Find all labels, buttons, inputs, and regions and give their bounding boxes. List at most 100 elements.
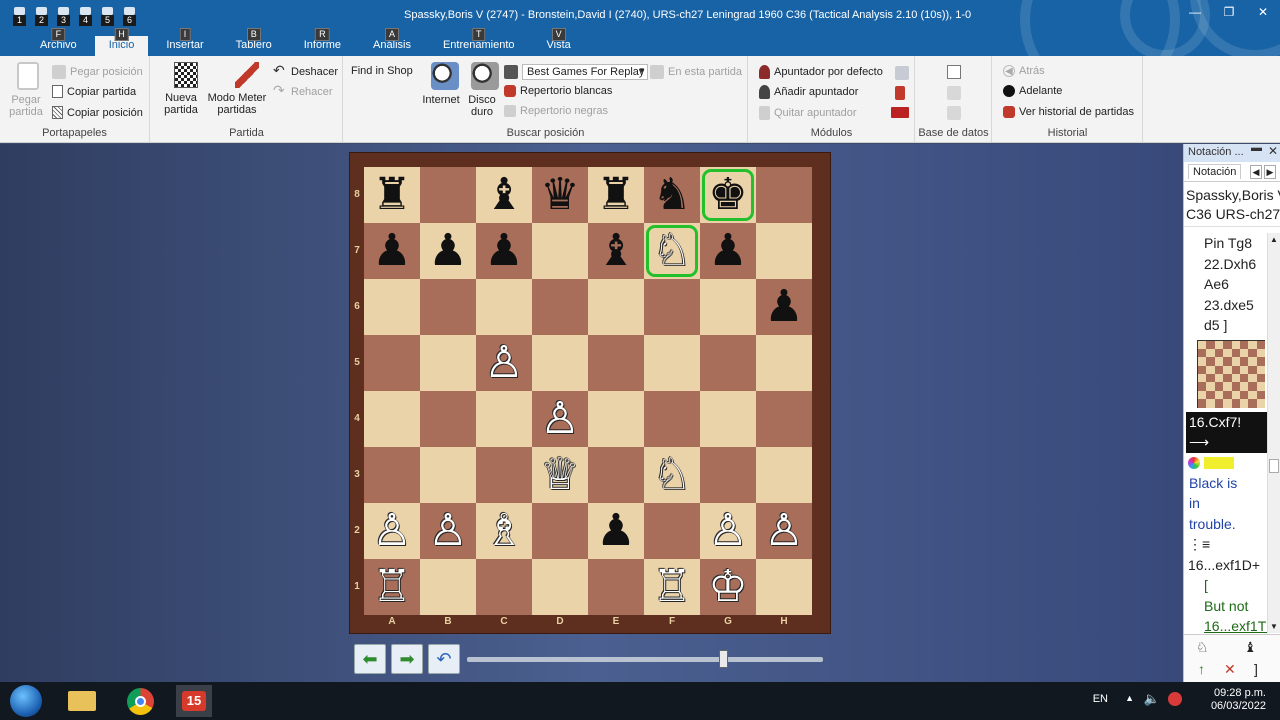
square-e5[interactable] xyxy=(588,335,644,391)
notation-line[interactable]: 23.dxe5 xyxy=(1184,295,1267,316)
chrome-icon[interactable] xyxy=(122,685,158,717)
uci-icon[interactable] xyxy=(891,107,909,118)
tab-informe[interactable]: Informe R xyxy=(290,28,355,56)
white-king-g1[interactable]: ♔ xyxy=(700,559,756,615)
square-b8[interactable] xyxy=(420,167,476,223)
engine-settings-icon[interactable] xyxy=(895,66,909,80)
scroll-up-icon[interactable]: ▲ xyxy=(1269,235,1279,244)
black-pawn-e2[interactable]: ♟ xyxy=(588,503,644,559)
white-knight-f3[interactable]: ♘ xyxy=(644,447,700,503)
delete-icon[interactable]: ✕ xyxy=(1224,661,1236,678)
tab-vista[interactable]: Vista V xyxy=(533,28,585,56)
quick-access-undo-icon[interactable]: 2 xyxy=(34,6,50,26)
promote-icon[interactable]: ↑ xyxy=(1198,661,1205,677)
tab-analisis[interactable]: Análisis A xyxy=(359,28,425,56)
quick-access-redo-icon[interactable]: 3 xyxy=(56,6,72,26)
square-h4[interactable] xyxy=(756,391,812,447)
square-b1[interactable] xyxy=(420,559,476,615)
white-pawn-g2[interactable]: ♙ xyxy=(700,503,756,559)
white-rook-f1[interactable]: ♖ xyxy=(644,559,700,615)
notation-text[interactable]: Pin Tg8 22.Dxh6 Ae6 23.dxe5 d5 ] 16.Cxf7… xyxy=(1184,233,1267,633)
square-h7[interactable] xyxy=(756,223,812,279)
black-pawn-a7[interactable]: ♟ xyxy=(364,223,420,279)
copiar-posicion-button[interactable]: Copiar posición xyxy=(52,106,143,119)
square-h3[interactable] xyxy=(756,447,812,503)
bishop-tool-icon[interactable]: ♝ xyxy=(1244,639,1257,656)
white-bishop-c2[interactable]: ♗ xyxy=(476,503,532,559)
repertorio-blancas-button[interactable]: Repertorio blancas xyxy=(504,85,612,97)
square-b3[interactable] xyxy=(420,447,476,503)
variation-move[interactable]: 16...exf1D+ xyxy=(1184,555,1267,576)
notation-line[interactable]: 22.Dxh6 xyxy=(1184,254,1267,275)
tab-scroll-left-icon[interactable]: ◀ xyxy=(1250,165,1262,179)
square-f4[interactable] xyxy=(644,391,700,447)
square-h8[interactable] xyxy=(756,167,812,223)
en-esta-partida-button[interactable]: En esta partida xyxy=(650,65,742,79)
next-move-button[interactable]: ➡ xyxy=(391,644,423,674)
square-e4[interactable] xyxy=(588,391,644,447)
black-pawn-h6[interactable]: ♟ xyxy=(756,279,812,335)
quick-access-save-icon[interactable]: 1 xyxy=(12,6,28,26)
tab-insertar[interactable]: Insertar I xyxy=(152,28,217,56)
clock[interactable]: 09:28 p.m. 06/03/2022 xyxy=(1211,687,1266,713)
white-pawn-a2[interactable]: ♙ xyxy=(364,503,420,559)
black-bishop-c8[interactable]: ♝ xyxy=(476,167,532,223)
database-dropdown[interactable]: Best Games For Replay xyxy=(504,64,648,80)
black-pawn-g7[interactable]: ♟ xyxy=(700,223,756,279)
quitar-apuntador-button[interactable]: Quitar apuntador xyxy=(759,106,857,120)
black-pawn-b7[interactable]: ♟ xyxy=(420,223,476,279)
close-button[interactable]: ✕ xyxy=(1246,0,1280,24)
quick-access-tool-icon[interactable]: 5 xyxy=(100,6,116,26)
start-button[interactable] xyxy=(10,685,42,717)
white-pawn-h2[interactable]: ♙ xyxy=(756,503,812,559)
restore-button[interactable]: ❐ xyxy=(1212,0,1246,24)
black-rook-e8[interactable]: ♜ xyxy=(588,167,644,223)
black-knight-f8[interactable]: ♞ xyxy=(644,167,700,223)
square-g3[interactable] xyxy=(700,447,756,503)
square-f6[interactable] xyxy=(644,279,700,335)
scrollbar-thumb[interactable] xyxy=(1269,459,1279,473)
square-d1[interactable] xyxy=(532,559,588,615)
white-rook-a1[interactable]: ♖ xyxy=(364,559,420,615)
square-e1[interactable] xyxy=(588,559,644,615)
tab-scroll-right-icon[interactable]: ▶ xyxy=(1264,165,1276,179)
square-g5[interactable] xyxy=(700,335,756,391)
notation-line[interactable]: Pin Tg8 xyxy=(1184,233,1267,254)
apuntador-defecto-button[interactable]: Apuntador por defecto xyxy=(759,65,883,79)
takeback-button[interactable]: ↶ xyxy=(428,644,460,674)
square-g4[interactable] xyxy=(700,391,756,447)
square-d5[interactable] xyxy=(532,335,588,391)
square-a3[interactable] xyxy=(364,447,420,503)
knight-tool-icon[interactable]: ♘ xyxy=(1196,639,1209,656)
game-slider[interactable] xyxy=(467,650,823,668)
ver-historial-button[interactable]: Ver historial de partidas xyxy=(1003,106,1134,118)
quick-access-flip-icon[interactable]: 6 xyxy=(122,6,138,26)
black-queen-d8[interactable]: ♛ xyxy=(532,167,588,223)
square-c1[interactable] xyxy=(476,559,532,615)
square-c6[interactable] xyxy=(476,279,532,335)
adelante-button[interactable]: Adelante xyxy=(1003,85,1062,97)
tab-entrenamiento[interactable]: Entrenamiento T xyxy=(429,28,529,56)
variation-move[interactable]: 16...exf1T+ xyxy=(1184,616,1267,633)
square-d6[interactable] xyxy=(532,279,588,335)
slider-thumb[interactable] xyxy=(719,650,729,668)
white-pawn-b2[interactable]: ♙ xyxy=(420,503,476,559)
square-h5[interactable] xyxy=(756,335,812,391)
bracket-icon[interactable]: ] xyxy=(1254,661,1258,677)
chessbase-app-icon[interactable]: 15 xyxy=(176,685,212,717)
square-a6[interactable] xyxy=(364,279,420,335)
pegar-partida-button[interactable]: Pegar partida xyxy=(6,62,46,118)
square-d7[interactable] xyxy=(532,223,588,279)
notation-scrollbar[interactable]: ▲ ▼ xyxy=(1267,233,1280,633)
previous-move-button[interactable]: ⬅ xyxy=(354,644,386,674)
deshacer-button[interactable]: Deshacer xyxy=(273,62,338,79)
square-g6[interactable] xyxy=(700,279,756,335)
nueva-partida-button[interactable]: Nueva partida xyxy=(159,62,203,116)
square-f5[interactable] xyxy=(644,335,700,391)
file-explorer-icon[interactable] xyxy=(64,685,100,717)
notification-app-icon[interactable] xyxy=(1168,692,1182,706)
white-pawn-d4[interactable]: ♙ xyxy=(532,391,588,447)
tab-notacion[interactable]: Notación xyxy=(1188,164,1242,179)
modo-meter-partidas-button[interactable]: Modo Meter partidas xyxy=(205,62,269,116)
find-in-shop-button[interactable]: Find in Shop xyxy=(351,65,413,77)
